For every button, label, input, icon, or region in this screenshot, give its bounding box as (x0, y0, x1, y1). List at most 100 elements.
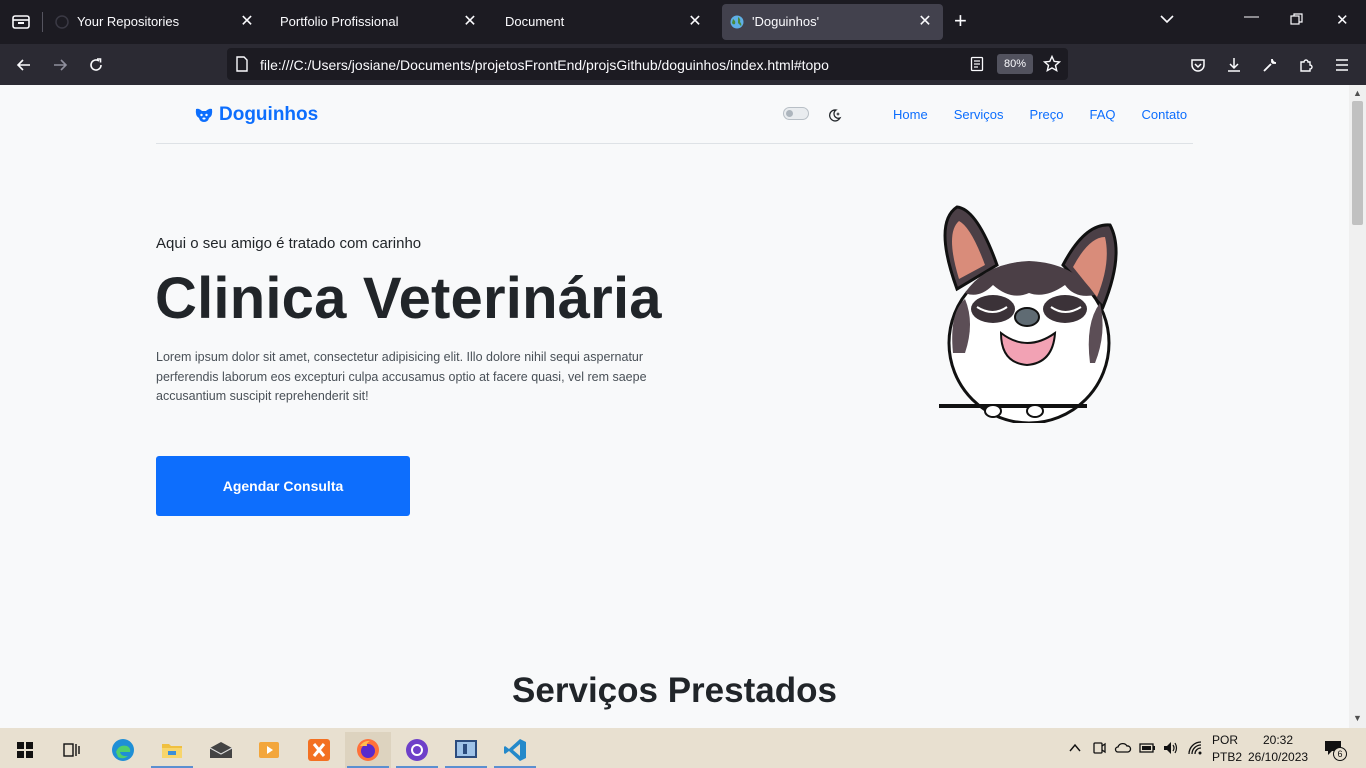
input-language[interactable]: POR (1212, 733, 1238, 747)
taskbar-edge[interactable] (100, 732, 146, 768)
tab-title: Document (505, 14, 565, 29)
puzzle-icon (1300, 59, 1313, 72)
taskbar-file-explorer[interactable] (149, 732, 195, 768)
brand-logo[interactable]: Doguinhos (194, 104, 318, 126)
taskbar-mail[interactable] (198, 732, 244, 768)
tab-your-repositories[interactable]: Your Repositories ✕ (47, 4, 265, 40)
dog-face-icon (195, 108, 213, 122)
hero-title: Clinica Veterinária (155, 266, 662, 331)
tab-separator (42, 12, 43, 32)
firefox-view-icon (12, 15, 30, 29)
restore-button[interactable] (1290, 13, 1303, 30)
taskbar-media-player[interactable] (246, 732, 292, 768)
start-button[interactable] (2, 732, 48, 768)
url-text[interactable]: file:///C:/Users/josiane/Documents/proje… (260, 57, 829, 73)
back-button[interactable] (12, 53, 36, 77)
arrow-right-icon (54, 59, 68, 71)
brand-name: Doguinhos (219, 104, 319, 125)
reader-view-icon[interactable] (970, 56, 984, 72)
volume-icon[interactable] (1162, 740, 1180, 756)
clock-date[interactable]: 26/10/2023 (1248, 750, 1308, 764)
github-icon (55, 15, 69, 29)
restore-icon (1290, 13, 1303, 25)
firefox-view-button[interactable] (8, 8, 34, 36)
taskbar-github-desktop[interactable] (394, 732, 440, 768)
scrollbar-thumb[interactable] (1352, 101, 1363, 225)
theme-switch[interactable] (783, 107, 809, 120)
tab-portfolio[interactable]: Portfolio Profissional ✕ (270, 4, 488, 40)
pocket-icon (1191, 59, 1205, 72)
globe-icon (730, 15, 744, 29)
services-section-title: Serviços Prestados (512, 671, 837, 710)
nav-link-servicos[interactable]: Serviços (954, 107, 1004, 122)
cloud-icon[interactable] (1114, 740, 1132, 756)
tab-title: 'Doguinhos' (752, 14, 820, 29)
wifi-icon[interactable] (1187, 740, 1205, 756)
task-view-button[interactable] (48, 732, 94, 768)
taskbar-terminal[interactable] (443, 732, 489, 768)
notification-count-badge: 6 (1333, 747, 1347, 761)
close-tab-icon[interactable]: ✕ (917, 13, 933, 30)
url-bar[interactable]: file:///C:/Users/josiane/Documents/proje… (227, 48, 1068, 80)
page-icon (236, 56, 248, 72)
list-all-tabs-button[interactable] (1159, 12, 1175, 29)
main-nav: Home Serviços Preço FAQ Contato (893, 107, 1213, 122)
site-header: Doguinhos Home Serviços Preço FAQ Contat… (156, 85, 1193, 144)
reload-button[interactable] (84, 53, 108, 77)
close-tab-icon[interactable]: ✕ (239, 13, 255, 30)
hero-description: Lorem ipsum dolor sit amet, consectetur … (156, 350, 647, 403)
tab-strip: Your Repositories ✕ Portfolio Profission… (0, 0, 1366, 44)
wrench-icon (1263, 58, 1277, 72)
xampp-icon (308, 739, 330, 761)
bookmark-star-icon[interactable] (1043, 55, 1061, 73)
mail-icon (209, 742, 233, 758)
nav-link-home[interactable]: Home (893, 107, 928, 122)
chevron-up-icon[interactable] (1068, 741, 1082, 755)
tab-title: Your Repositories (77, 14, 180, 29)
tab-document[interactable]: Document ✕ (495, 4, 713, 40)
tab-doguinhos[interactable]: 'Doguinhos' ✕ (722, 4, 943, 40)
hero-subtitle: Aqui o seu amigo é tratado com carinho (156, 235, 422, 252)
nav-link-contato[interactable]: Contato (1142, 107, 1188, 122)
developer-tools-button[interactable] (1258, 53, 1282, 77)
zoom-indicator[interactable]: 80% (997, 54, 1033, 74)
vscode-icon (504, 739, 526, 761)
minimize-button[interactable]: — (1244, 8, 1259, 25)
chevron-down-icon (1160, 15, 1174, 24)
navigation-toolbar: file:///C:/Users/josiane/Documents/proje… (0, 44, 1366, 85)
close-tab-icon[interactable]: ✕ (687, 13, 703, 30)
pocket-button[interactable] (1186, 53, 1210, 77)
scroll-down-arrow-icon[interactable]: ▼ (1352, 713, 1363, 724)
close-window-button[interactable]: ✕ (1336, 11, 1349, 29)
keyboard-layout[interactable]: PTB2 (1212, 750, 1242, 764)
taskbar-xampp[interactable] (296, 732, 342, 768)
nav-link-preco[interactable]: Preço (1030, 107, 1064, 122)
close-tab-icon[interactable]: ✕ (462, 13, 478, 30)
terminal-icon (455, 740, 477, 758)
hamburger-menu-icon (1336, 59, 1348, 71)
windows-logo-icon (17, 742, 33, 758)
downloads-button[interactable] (1222, 53, 1246, 77)
scroll-up-arrow-icon[interactable]: ▲ (1352, 88, 1363, 99)
schedule-appointment-button[interactable]: Agendar Consulta (156, 456, 410, 516)
reload-icon (90, 58, 102, 71)
taskbar-firefox[interactable] (345, 732, 391, 768)
edge-icon (112, 739, 134, 761)
clock-time[interactable]: 20:32 (1263, 733, 1293, 747)
arrow-left-icon (16, 59, 30, 71)
tab-title: Portfolio Profissional (280, 14, 399, 29)
forward-button[interactable] (48, 53, 72, 77)
download-icon (1228, 58, 1240, 72)
web-page: Doguinhos Home Serviços Preço FAQ Contat… (0, 85, 1349, 728)
windows-taskbar: POR PTB2 20:32 26/10/2023 6 (0, 728, 1366, 768)
app-menu-button[interactable] (1330, 53, 1354, 77)
nav-link-faq[interactable]: FAQ (1090, 107, 1116, 122)
taskbar-vscode[interactable] (492, 732, 538, 768)
new-tab-button[interactable]: + (954, 10, 967, 32)
battery-icon[interactable] (1139, 741, 1157, 755)
page-scrollbar[interactable]: ▲ ▼ (1349, 85, 1366, 728)
notification-center-button[interactable]: 6 (1322, 738, 1350, 762)
meet-now-icon[interactable] (1092, 740, 1106, 756)
moon-stars-icon (828, 109, 842, 122)
extensions-button[interactable] (1294, 53, 1318, 77)
